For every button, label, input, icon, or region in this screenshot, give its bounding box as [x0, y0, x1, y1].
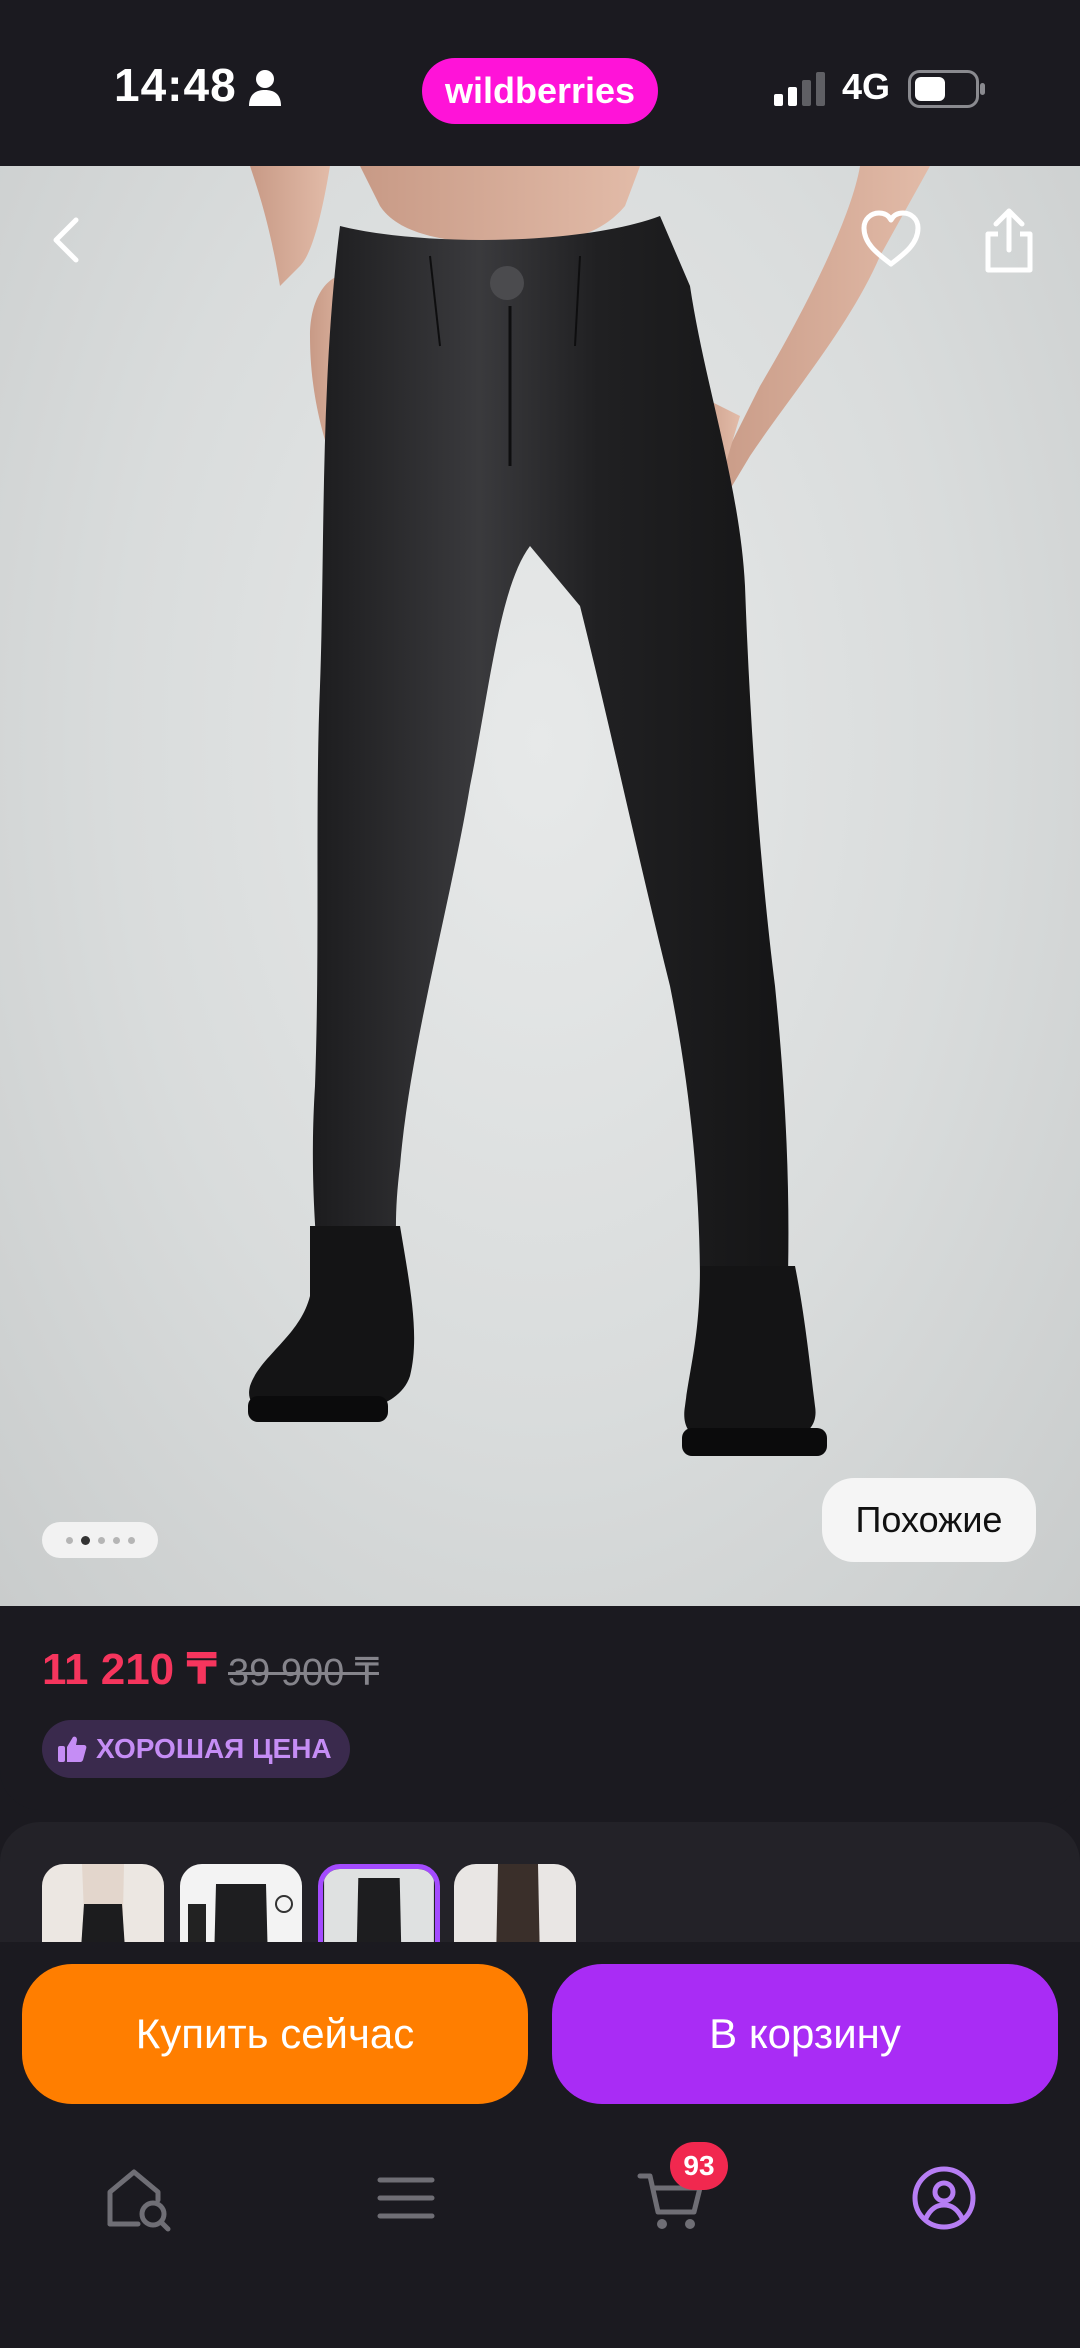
- buy-now-button[interactable]: Купить сейчас: [22, 1964, 528, 2104]
- thumbs-up-icon: [58, 1736, 87, 1762]
- thumbnail-3-selected[interactable]: [318, 1864, 440, 1942]
- thumbnail-2[interactable]: [180, 1864, 302, 1942]
- current-price: 11 210 ₸: [42, 1645, 217, 1694]
- battery-icon: [908, 70, 985, 108]
- similar-button[interactable]: Похожие: [822, 1478, 1036, 1562]
- good-price-badge[interactable]: ХОРОШАЯ ЦЕНА: [42, 1720, 350, 1778]
- thumbnail-image: [180, 1864, 302, 1942]
- photo-dot-active: [80, 1535, 90, 1545]
- photo-dot: [65, 1536, 73, 1544]
- chevron-left-icon[interactable]: [40, 212, 96, 268]
- thumbnail-1[interactable]: [42, 1864, 164, 1942]
- person-icon: [249, 70, 281, 106]
- product-image-gallery[interactable]: Похожие: [0, 166, 1080, 1606]
- old-price: 39 900 ₸: [228, 1652, 379, 1694]
- thumbnail-strip: [0, 1822, 1080, 1942]
- heart-icon[interactable]: [858, 206, 924, 272]
- share-icon[interactable]: [976, 206, 1042, 276]
- thumbnail-image: [42, 1864, 164, 1942]
- brand-logo[interactable]: wildberries: [422, 58, 658, 124]
- status-time: 14:48: [114, 59, 237, 111]
- photo-dot: [127, 1536, 135, 1544]
- good-price-label: ХОРОШАЯ ЦЕНА: [96, 1733, 332, 1764]
- thumbnail-image: [454, 1864, 576, 1942]
- add-to-cart-button[interactable]: В корзину: [552, 1964, 1058, 2104]
- cart-badge: 93: [670, 2142, 728, 2190]
- bottom-nav: 93: [0, 2120, 1080, 2348]
- product-photo: [248, 166, 930, 1456]
- thumbnail-image: [324, 1869, 434, 1942]
- status-bar: 14:48 wildberries 4G: [0, 0, 1080, 166]
- photo-dot: [97, 1536, 105, 1544]
- photo-pagination: [42, 1522, 158, 1558]
- photo-dot: [112, 1536, 120, 1544]
- home-search-icon[interactable]: [98, 2158, 178, 2238]
- thumbnail-4[interactable]: [454, 1864, 576, 1942]
- price-card: 11 210 ₸ 39 900 ₸ ХОРОШАЯ ЦЕНА: [0, 1606, 1080, 1810]
- network-type: 4G: [842, 66, 891, 107]
- profile-icon[interactable]: [904, 2158, 984, 2238]
- signal-icon: [774, 72, 825, 106]
- catalog-menu-icon[interactable]: [366, 2158, 446, 2238]
